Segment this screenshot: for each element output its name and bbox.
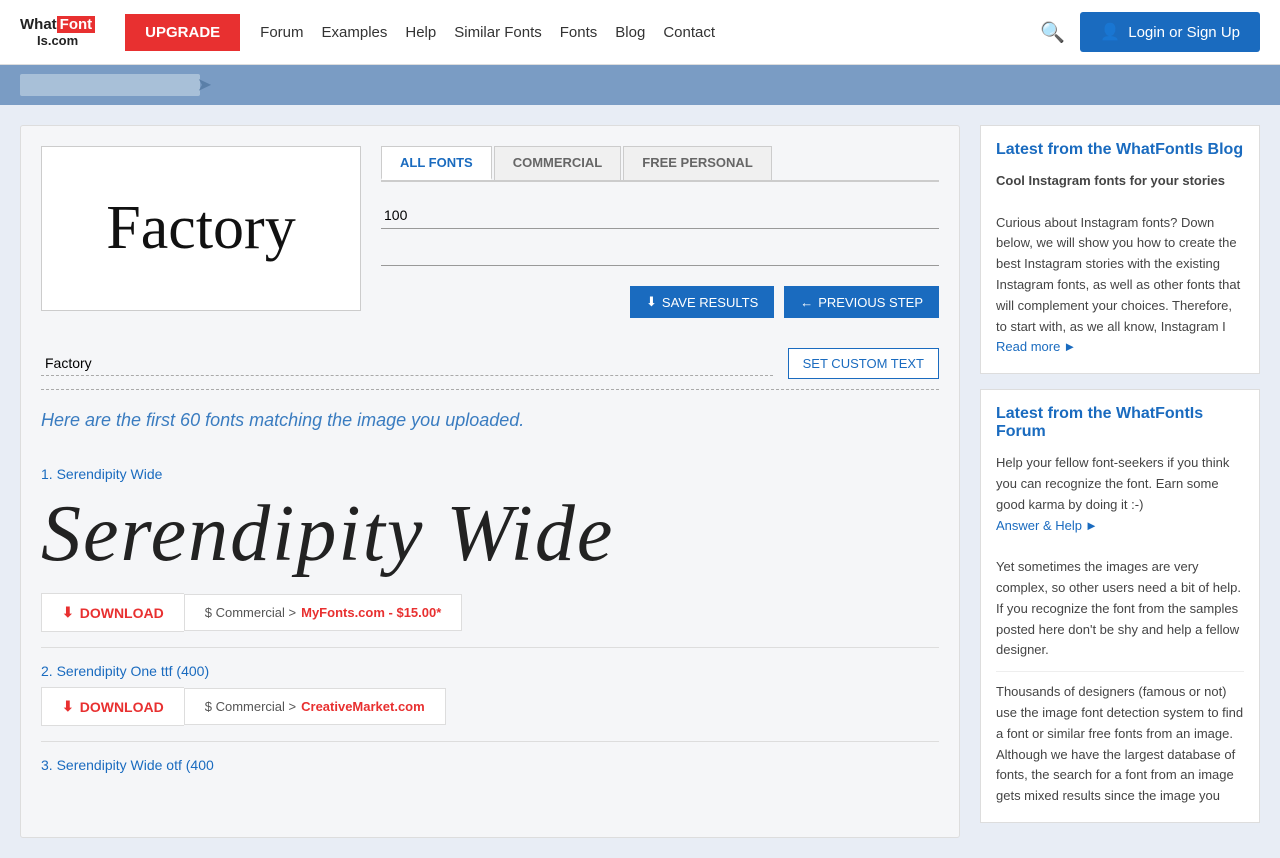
read-more-arrow-icon: ► xyxy=(1063,337,1076,358)
search-button[interactable] xyxy=(1040,20,1065,45)
sidebar-answer-help-link[interactable]: Answer & Help ► xyxy=(996,516,1098,537)
sidebar-forum-body: Help your fellow font-seekers if you thi… xyxy=(996,453,1244,807)
upgrade-button[interactable]: UPGRADE xyxy=(125,14,240,51)
font-result-item-3: 3. Serendipity Wide otf (400 xyxy=(41,742,939,796)
font-actions-2: DOWNLOAD $ Commercial > CreativeMarket.c… xyxy=(41,687,939,726)
font-name-3: Serendipity Wide otf (400 xyxy=(57,757,214,773)
download-button-2[interactable]: DOWNLOAD xyxy=(41,687,184,726)
commercial-link-1[interactable]: MyFonts.com - $15.00* xyxy=(301,605,441,620)
result-heading: Here are the first 60 fonts matching the… xyxy=(41,410,939,431)
nav-help[interactable]: Help xyxy=(405,24,436,41)
download-label-2: DOWNLOAD xyxy=(80,699,164,715)
sidebar-blog-article-title: Cool Instagram fonts for your stories xyxy=(996,173,1225,188)
blue-bar-arrow-icon: ➤ xyxy=(197,75,212,96)
save-results-button[interactable]: SAVE RESULTS xyxy=(630,286,774,318)
font-result-item-2: 2. Serendipity One ttf (400) DOWNLOAD $ … xyxy=(41,648,939,742)
logo-font-highlight: Font xyxy=(57,16,95,33)
font-name-link-3[interactable]: 3. Serendipity Wide otf (400 xyxy=(41,757,939,773)
prev-label: PREVIOUS STEP xyxy=(818,295,923,310)
big-font-preview: Serendipity Wide xyxy=(41,490,939,578)
nav-similar-fonts[interactable]: Similar Fonts xyxy=(454,24,542,41)
font-image-box: Factory xyxy=(41,146,361,311)
read-more-label: Read more xyxy=(996,337,1060,358)
font-result-item: 1. Serendipity Wide Serendipity Wide DOW… xyxy=(41,451,939,648)
commercial-info-2: $ Commercial > CreativeMarket.com xyxy=(184,688,446,725)
commercial-link-2[interactable]: CreativeMarket.com xyxy=(301,699,425,714)
search-icon xyxy=(1040,22,1065,44)
logo-area: WhatFont Is.com xyxy=(20,16,95,48)
download-icon-1 xyxy=(62,604,74,621)
main-nav: Forum Examples Help Similar Fonts Fonts … xyxy=(260,24,1040,41)
sidebar-forum-text-4: Thousands of designers (famous or not) u… xyxy=(996,684,1243,803)
filter-input-1[interactable] xyxy=(381,202,939,229)
font-image-preview: Factory xyxy=(106,193,295,264)
input-row-2 xyxy=(381,239,939,266)
custom-text-row: SET CUSTOM TEXT xyxy=(41,348,939,390)
tab-content: SAVE RESULTS PREVIOUS STEP xyxy=(381,192,939,328)
logo: WhatFont Is.com xyxy=(20,16,95,48)
font-actions-1: DOWNLOAD $ Commercial > MyFonts.com - $1… xyxy=(41,593,939,632)
answer-help-label: Answer & Help xyxy=(996,516,1082,537)
sidebar-forum-text-1: Help your fellow font-seekers if you thi… xyxy=(996,455,1229,512)
sidebar-forum-text-3: If you recognize the font from the sampl… xyxy=(996,601,1239,658)
answer-help-arrow-icon: ► xyxy=(1085,516,1098,537)
login-button[interactable]: Login or Sign Up xyxy=(1080,12,1260,52)
tab-free-personal[interactable]: FREE PERSONAL xyxy=(623,146,772,180)
save-icon xyxy=(646,294,657,310)
action-buttons: SAVE RESULTS PREVIOUS STEP xyxy=(381,286,939,318)
sidebar-forum-text-2: Yet sometimes the images are very comple… xyxy=(996,559,1241,595)
blue-bar-inner: ➤ xyxy=(20,74,200,96)
nav-examples[interactable]: Examples xyxy=(322,24,388,41)
sidebar-blog-text: Curious about Instagram fonts? Down belo… xyxy=(996,215,1240,334)
font-preview-area: Factory ALL FONTS COMMERCIAL FREE PERSON… xyxy=(41,146,939,328)
sidebar-blog-body: Cool Instagram fonts for your stories Cu… xyxy=(996,171,1244,358)
font-number-2: 2. xyxy=(41,663,53,679)
download-icon-2 xyxy=(62,698,74,715)
sidebar-read-more-link[interactable]: Read more ► xyxy=(996,337,1076,358)
custom-text-input[interactable] xyxy=(41,351,773,376)
logo-whatfont: WhatFont xyxy=(20,16,95,33)
tabs-area: ALL FONTS COMMERCIAL FREE PERSONAL SAVE xyxy=(381,146,939,328)
header-right: Login or Sign Up xyxy=(1040,12,1260,52)
commercial-label-1: $ Commercial > xyxy=(205,605,296,620)
font-number-3: 3. xyxy=(41,757,53,773)
login-label: Login or Sign Up xyxy=(1128,24,1240,41)
nav-forum[interactable]: Forum xyxy=(260,24,303,41)
save-label: SAVE RESULTS xyxy=(662,295,758,310)
sidebar-forum-card: Latest from the WhatFontIs Forum Help yo… xyxy=(980,389,1260,823)
prev-arrow-icon xyxy=(800,295,813,310)
tab-all-fonts[interactable]: ALL FONTS xyxy=(381,146,492,180)
right-sidebar: Latest from the WhatFontIs Blog Cool Ins… xyxy=(980,125,1260,838)
font-number-1: 1. xyxy=(41,466,53,482)
tabs: ALL FONTS COMMERCIAL FREE PERSONAL xyxy=(381,146,939,182)
font-name-1: Serendipity Wide xyxy=(57,466,163,482)
header: WhatFont Is.com UPGRADE Forum Examples H… xyxy=(0,0,1280,65)
sidebar-divider xyxy=(996,671,1244,672)
left-panel: Factory ALL FONTS COMMERCIAL FREE PERSON… xyxy=(20,125,960,838)
tab-commercial[interactable]: COMMERCIAL xyxy=(494,146,622,180)
download-label-1: DOWNLOAD xyxy=(80,605,164,621)
sidebar-blog-card: Latest from the WhatFontIs Blog Cool Ins… xyxy=(980,125,1260,374)
sidebar-blog-title: Latest from the WhatFontIs Blog xyxy=(996,141,1244,159)
sidebar-forum-title: Latest from the WhatFontIs Forum xyxy=(996,405,1244,441)
filter-input-2[interactable] xyxy=(381,239,939,266)
set-custom-text-button[interactable]: SET CUSTOM TEXT xyxy=(788,348,939,379)
input-row-1 xyxy=(381,202,939,229)
previous-step-button[interactable]: PREVIOUS STEP xyxy=(784,286,939,318)
user-icon xyxy=(1100,22,1120,42)
download-button-1[interactable]: DOWNLOAD xyxy=(41,593,184,632)
main-wrapper: Factory ALL FONTS COMMERCIAL FREE PERSON… xyxy=(0,105,1280,858)
logo-iscom: Is.com xyxy=(37,33,78,48)
blue-bar: ➤ xyxy=(0,65,1280,105)
nav-fonts[interactable]: Fonts xyxy=(560,24,598,41)
commercial-label-2: $ Commercial > xyxy=(205,699,296,714)
font-name-link-1[interactable]: 1. Serendipity Wide xyxy=(41,466,939,482)
font-name-link-2[interactable]: 2. Serendipity One ttf (400) xyxy=(41,663,939,679)
font-name-2: Serendipity One ttf (400) xyxy=(57,663,210,679)
commercial-info-1: $ Commercial > MyFonts.com - $15.00* xyxy=(184,594,463,631)
nav-blog[interactable]: Blog xyxy=(615,24,645,41)
nav-contact[interactable]: Contact xyxy=(663,24,715,41)
